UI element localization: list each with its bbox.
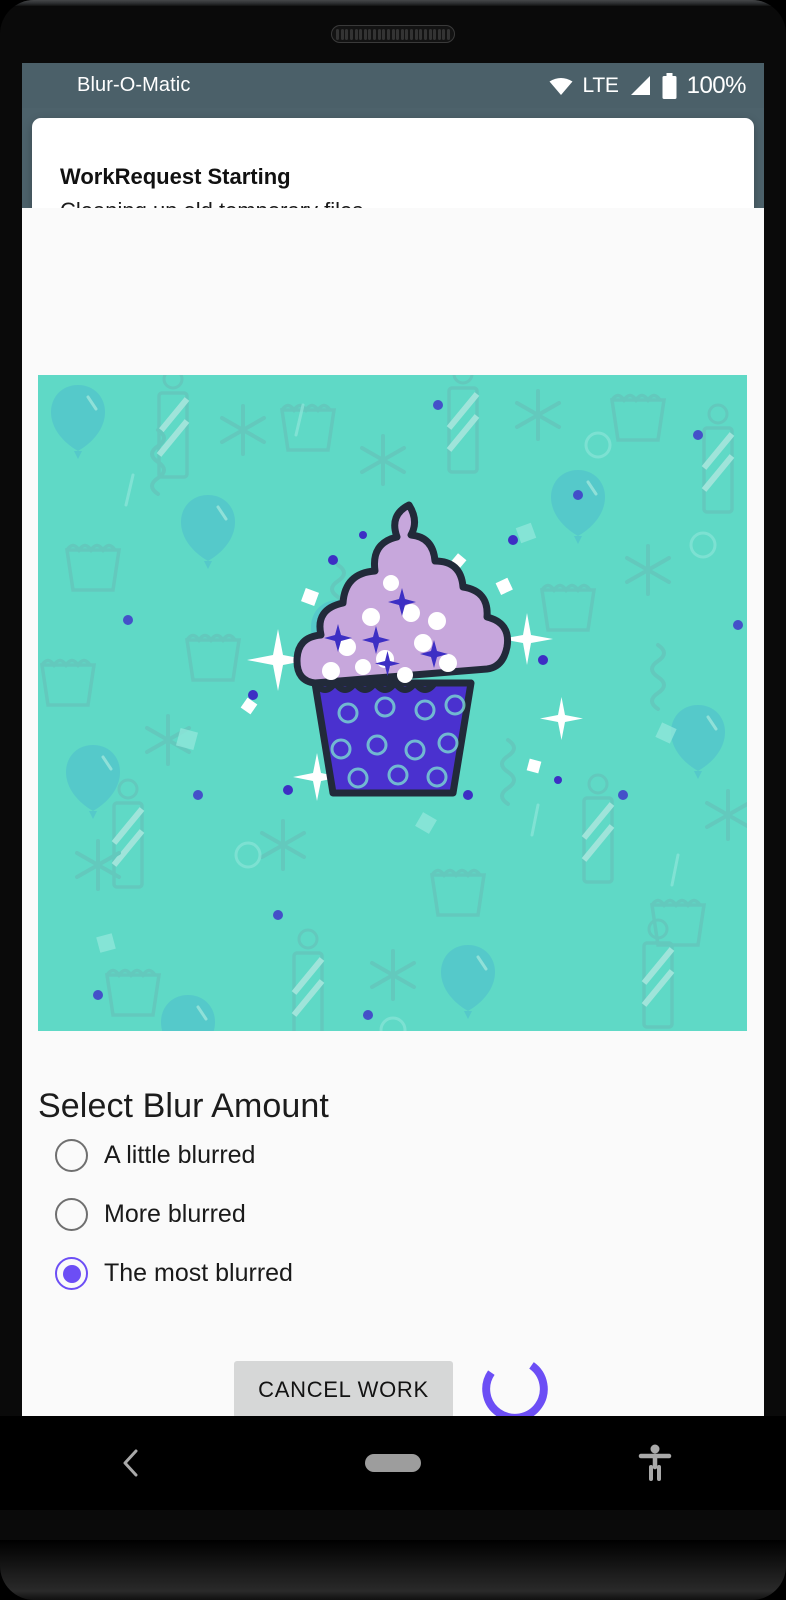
system-navigation-bar <box>0 1416 786 1510</box>
cancel-work-button[interactable]: CANCEL WORK <box>234 1360 453 1416</box>
radio-option-more-blurred[interactable]: More blurred <box>38 1185 747 1244</box>
device-bottom-bezel <box>0 1540 786 1600</box>
nav-accessibility-button[interactable] <box>524 1443 786 1483</box>
party-pattern-background <box>38 375 747 1031</box>
blur-amount-section: Select Blur Amount A little blurred More… <box>38 1087 747 1303</box>
circular-progress-indicator <box>482 1356 548 1416</box>
radio-label: A little blurred <box>104 1141 256 1169</box>
radio-label: The most blurred <box>104 1259 293 1287</box>
nav-back-button[interactable] <box>0 1446 262 1480</box>
battery-icon <box>662 72 677 99</box>
app-title: Blur-O-Matic <box>77 74 191 96</box>
signal-bars-icon <box>630 76 650 95</box>
radio-button-selected-icon[interactable] <box>55 1257 88 1290</box>
status-icon-group: LTE 100% <box>548 71 747 100</box>
earpiece-speaker-grille <box>331 25 455 43</box>
nav-home-button[interactable] <box>262 1454 524 1472</box>
network-type-label: LTE <box>582 73 619 97</box>
wifi-icon <box>549 77 573 95</box>
radio-label: More blurred <box>104 1200 246 1228</box>
accessibility-icon <box>638 1444 672 1481</box>
main-content: Select Blur Amount A little blurred More… <box>22 208 764 1416</box>
status-bar: Blur-O-Matic LTE 100% <box>22 63 764 108</box>
cupcake-image <box>38 375 747 1031</box>
device-top-bezel <box>0 0 786 6</box>
phone-device-frame: Blur-O-Matic LTE 100% WorkRequest Starti… <box>0 0 786 1600</box>
toast-title: WorkRequest Starting <box>60 164 291 189</box>
radio-button-icon[interactable] <box>55 1139 88 1172</box>
action-row: CANCEL WORK <box>38 1353 747 1416</box>
back-icon <box>123 1449 138 1477</box>
section-title: Select Blur Amount <box>38 1087 329 1125</box>
radio-option-a-little-blurred[interactable]: A little blurred <box>38 1126 747 1185</box>
radio-option-the-most-blurred[interactable]: The most blurred <box>38 1244 747 1303</box>
radio-button-icon[interactable] <box>55 1198 88 1231</box>
phone-screen: Blur-O-Matic LTE 100% WorkRequest Starti… <box>22 63 764 1416</box>
home-pill-icon <box>365 1454 421 1472</box>
battery-percent-label: 100% <box>686 71 747 99</box>
